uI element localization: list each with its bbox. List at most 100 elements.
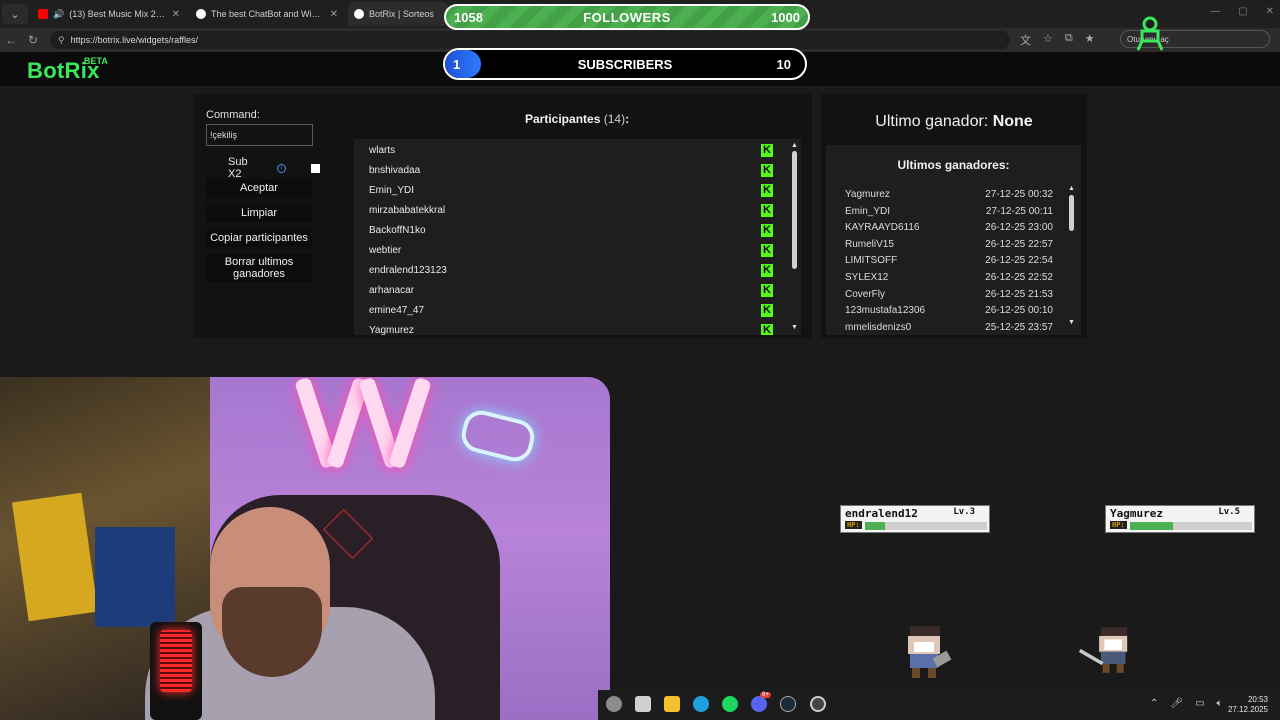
- pet-sprite-knight-icon: [908, 626, 952, 678]
- winners-panel: Ultimo ganador: None Ultimos ganadores: …: [821, 94, 1087, 338]
- tab-raffles[interactable]: BotRix | Sorteos: [348, 2, 448, 26]
- winner-name: 123mustafa12306: [845, 304, 926, 316]
- url-field[interactable]: ⚲ https://botrix.live/widgets/raffles/: [50, 31, 1010, 49]
- participants-scrollbar[interactable]: ▲ ▼: [791, 139, 798, 335]
- edge-browser-icon[interactable]: [693, 696, 709, 712]
- tab-title: (13) Best Music Mix 2026 🎧 E: [69, 8, 166, 19]
- tab-list-chevron-icon[interactable]: ⌄: [2, 4, 28, 24]
- tab-chatbot[interactable]: The best ChatBot and Widgets for ✕: [190, 2, 344, 26]
- scroll-up-icon[interactable]: ▲: [791, 142, 798, 149]
- scroll-down-icon[interactable]: ▼: [791, 324, 798, 331]
- task-view-icon[interactable]: [635, 696, 651, 712]
- hp-label: HP:: [845, 521, 862, 529]
- translate-icon[interactable]: 文: [1020, 32, 1031, 48]
- participants-list[interactable]: wlarts K bnshivadaa K Emin_YDI K mirzababat…: [354, 139, 801, 335]
- close-icon[interactable]: ✕: [172, 9, 180, 20]
- participants-colon: :: [625, 112, 630, 126]
- monitor-icon[interactable]: ▭: [1195, 698, 1204, 709]
- clock-time: 20:53: [1247, 695, 1268, 704]
- beta-badge: BETA: [84, 56, 108, 66]
- steam-icon[interactable]: [780, 696, 796, 712]
- chevron-up-icon[interactable]: ⌃: [1150, 698, 1158, 709]
- info-icon[interactable]: i: [277, 163, 287, 173]
- window-controls: — ▢ ✕: [1210, 6, 1274, 17]
- subscribers-label: SUBSCRIBERS: [577, 56, 673, 72]
- list-item: Yagmurez K: [354, 320, 801, 335]
- audio-icon[interactable]: 🔊: [53, 9, 64, 20]
- pet-level: Lv.5: [1218, 507, 1240, 517]
- kick-icon: K: [761, 264, 773, 277]
- scrollbar-thumb[interactable]: [1069, 195, 1074, 231]
- app-icon[interactable]: [810, 696, 826, 712]
- participant-name: Emin_YDI: [369, 184, 415, 196]
- neon-gamepad-icon: [457, 406, 539, 466]
- reload-icon[interactable]: ↻: [22, 33, 44, 47]
- scroll-down-icon[interactable]: ▼: [1068, 319, 1075, 326]
- winner-date: 26-12-25 22:57: [985, 238, 1053, 250]
- participant-name: webtier: [369, 244, 402, 256]
- pet-name: Yagmurez: [1110, 507, 1163, 520]
- sub-x2-checkbox[interactable]: [311, 163, 320, 173]
- kick-icon: K: [761, 204, 773, 217]
- last-winner-label: Ultimo ganador:: [875, 113, 989, 130]
- widgets-icon[interactable]: [606, 696, 622, 712]
- favorites-icon[interactable]: ★: [1085, 32, 1095, 48]
- kick-icon: K: [761, 244, 773, 257]
- sub-x2-row: Sub X2 i: [228, 156, 320, 180]
- discord-icon[interactable]: [751, 696, 767, 712]
- winner-date: 26-12-25 00:10: [985, 304, 1053, 316]
- kick-icon: K: [761, 184, 773, 197]
- winners-list[interactable]: Ultimos ganadores: Yagmurez 27-12-25 00:3…: [826, 145, 1081, 335]
- close-icon[interactable]: ✕: [330, 9, 338, 20]
- participants-title: Participantes (14):: [525, 112, 629, 126]
- accept-button[interactable]: Aceptar: [206, 179, 312, 197]
- winner-date: 26-12-25 22:52: [985, 271, 1053, 283]
- command-label: Command:: [206, 109, 260, 121]
- participant-name: arhanacar: [369, 284, 415, 296]
- delete-winners-label-line2: ganadores: [233, 268, 285, 280]
- favorite-star-icon[interactable]: ☆: [1043, 32, 1053, 48]
- list-item: emine47_47 K: [354, 300, 801, 320]
- winners-scrollbar[interactable]: ▲ ▼: [1068, 185, 1075, 329]
- subscribers-goal-bar: 1 SUBSCRIBERS 10: [443, 48, 807, 80]
- scrollbar-thumb[interactable]: [792, 151, 797, 269]
- maximize-icon[interactable]: ▢: [1238, 6, 1247, 17]
- followers-current: 1058: [454, 9, 483, 25]
- spotify-icon[interactable]: [722, 696, 738, 712]
- volume-icon[interactable]: 🔈︎: [1217, 698, 1223, 709]
- command-input[interactable]: [206, 124, 313, 146]
- table-row: SYLEX12 26-12-25 22:52: [845, 269, 1053, 285]
- list-item: wlarts K: [354, 140, 801, 160]
- tab-music[interactable]: 🔊 (13) Best Music Mix 2026 🎧 E ✕: [32, 2, 186, 26]
- clock[interactable]: 20:53 27.12.2025: [1228, 695, 1268, 715]
- winner-date: 26-12-25 22:54: [985, 254, 1053, 266]
- clear-button[interactable]: Limpiar: [206, 204, 312, 222]
- list-item: Emin_YDI K: [354, 180, 801, 200]
- pet-name: endralend12: [845, 507, 918, 520]
- followers-label: FOLLOWERS: [583, 9, 671, 25]
- winner-name: LIMITSOFF: [845, 254, 898, 266]
- minimize-icon[interactable]: —: [1210, 6, 1220, 17]
- close-window-icon[interactable]: ✕: [1266, 6, 1274, 17]
- winner-date: 26-12-25 23:00: [985, 221, 1053, 233]
- extensions-icon[interactable]: ⧉: [1065, 32, 1073, 48]
- file-explorer-icon[interactable]: [664, 696, 680, 712]
- sub-x2-label: Sub X2: [228, 156, 248, 180]
- youtube-icon: [38, 9, 48, 19]
- table-row: KAYRAAYD6116 26-12-25 23:00: [845, 219, 1053, 235]
- back-icon[interactable]: ←: [0, 33, 22, 47]
- last-winner: Ultimo ganador: None: [821, 113, 1087, 131]
- scroll-up-icon[interactable]: ▲: [1068, 185, 1075, 192]
- pet-card: Yagmurez Lv.5 HP:: [1105, 505, 1255, 533]
- kick-icon: K: [761, 284, 773, 297]
- hp-bar: [1130, 522, 1252, 530]
- delete-winners-button[interactable]: Borrar ultimos ganadores: [206, 254, 312, 282]
- winner-name: SYLEX12: [845, 271, 889, 283]
- microphone-icon[interactable]: 🎤︎: [1170, 698, 1183, 709]
- participant-name: Yagmurez: [369, 324, 414, 336]
- copy-participants-button[interactable]: Copiar participantes: [206, 229, 312, 247]
- participant-name: BackoffN1ko: [369, 224, 426, 236]
- participant-name: mirzababatekkral: [369, 204, 446, 216]
- site-info-icon[interactable]: ⚲: [58, 35, 65, 46]
- botrix-favicon-icon: [354, 9, 364, 19]
